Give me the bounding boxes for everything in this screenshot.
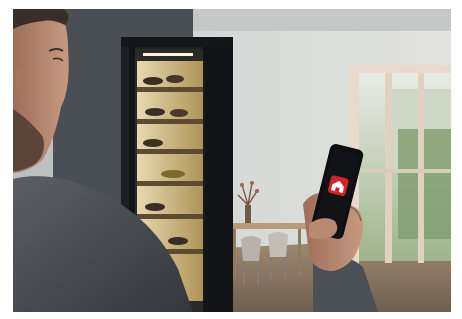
- scene-illustration: [13, 9, 451, 312]
- window: [349, 65, 451, 265]
- photo-frame: [13, 9, 451, 312]
